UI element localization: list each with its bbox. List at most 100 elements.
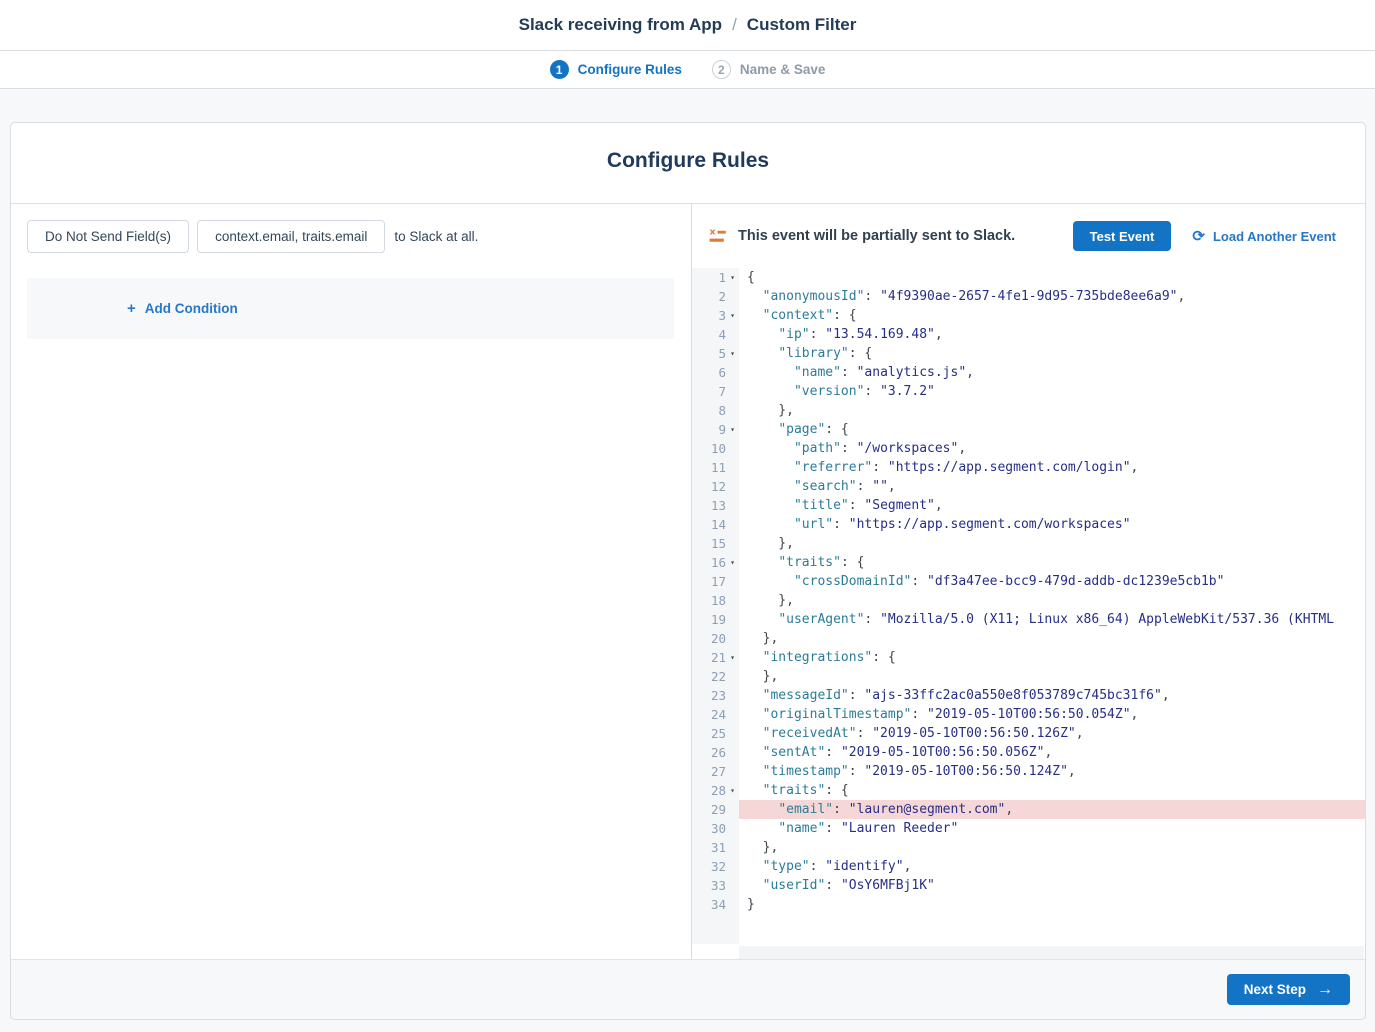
line-number: 8 xyxy=(692,401,726,420)
code-line-17: 17 "crossDomainId": "df3a47ee-bcc9-479d-… xyxy=(692,572,1365,591)
code-text: "integrations": { xyxy=(739,648,1365,667)
event-preview-panel: This event will be partially sent to Sla… xyxy=(691,204,1365,959)
code-text: "version": "3.7.2" xyxy=(739,382,1365,401)
code-line-26: 26 "sentAt": "2019-05-10T00:56:50.056Z", xyxy=(692,743,1365,762)
gutter-cell: 33 xyxy=(692,876,739,895)
code-line-5: 5▾ "library": { xyxy=(692,344,1365,363)
line-number: 20 xyxy=(692,629,726,648)
line-number: 27 xyxy=(692,762,726,781)
line-number: 9 xyxy=(692,420,726,439)
step-1-label: Configure Rules xyxy=(578,62,682,77)
code-text: "sentAt": "2019-05-10T00:56:50.056Z", xyxy=(739,743,1365,762)
line-number: 14 xyxy=(692,515,726,534)
gutter-cell: 28▾ xyxy=(692,781,739,800)
code-text: "receivedAt": "2019-05-10T00:56:50.126Z"… xyxy=(739,724,1365,743)
rule-row: Do Not Send Field(s) context.email, trai… xyxy=(27,220,478,253)
code-line-14: 14 "url": "https://app.segment.com/works… xyxy=(692,515,1365,534)
gutter-cell: 4 xyxy=(692,325,739,344)
fold-arrow-icon[interactable]: ▾ xyxy=(726,420,739,439)
code-line-21: 21▾ "integrations": { xyxy=(692,648,1365,667)
code-text: "url": "https://app.segment.com/workspac… xyxy=(739,515,1365,534)
code-text: }, xyxy=(739,591,1365,610)
code-text: "crossDomainId": "df3a47ee-bcc9-479d-add… xyxy=(739,572,1365,591)
code-line-13: 13 "title": "Segment", xyxy=(692,496,1365,515)
code-text: "anonymousId": "4f9390ae-2657-4fe1-9d95-… xyxy=(739,287,1365,306)
load-another-event-label: Load Another Event xyxy=(1213,229,1336,244)
gutter-cell: 15 xyxy=(692,534,739,553)
code-line-27: 27 "timestamp": "2019-05-10T00:56:50.124… xyxy=(692,762,1365,781)
code-text: }, xyxy=(739,629,1365,648)
add-condition-label: Add Condition xyxy=(145,301,238,316)
line-number: 33 xyxy=(692,876,726,895)
gutter-cell: 13 xyxy=(692,496,739,515)
line-number: 5 xyxy=(692,344,726,363)
fold-arrow-icon[interactable]: ▾ xyxy=(726,268,739,287)
code-line-16: 16▾ "traits": { xyxy=(692,553,1365,572)
code-text: "timestamp": "2019-05-10T00:56:50.124Z", xyxy=(739,762,1365,781)
line-number: 30 xyxy=(692,819,726,838)
code-line-24: 24 "originalTimestamp": "2019-05-10T00:5… xyxy=(692,705,1365,724)
configure-rules-card: Configure Rules Do Not Send Field(s) con… xyxy=(10,122,1366,1020)
test-event-button[interactable]: Test Event xyxy=(1073,221,1172,251)
step-configure-rules[interactable]: 1 Configure Rules xyxy=(550,60,682,79)
line-number: 13 xyxy=(692,496,726,515)
fold-arrow-icon[interactable]: ▾ xyxy=(726,781,739,800)
step-2-circle: 2 xyxy=(712,60,731,79)
rule-fields-input[interactable]: context.email, traits.email xyxy=(197,220,385,253)
json-event-editor[interactable]: 1▾{2 "anonymousId": "4f9390ae-2657-4fe1-… xyxy=(692,268,1365,944)
code-line-20: 20 }, xyxy=(692,629,1365,648)
load-another-event-link[interactable]: ⟳ Load Another Event xyxy=(1192,229,1336,244)
code-text: }, xyxy=(739,838,1365,857)
fold-arrow-icon[interactable]: ▾ xyxy=(726,553,739,572)
code-line-23: 23 "messageId": "ajs-33ffc2ac0a550e8f053… xyxy=(692,686,1365,705)
gutter-cell: 30 xyxy=(692,819,739,838)
code-line-2: 2 "anonymousId": "4f9390ae-2657-4fe1-9d9… xyxy=(692,287,1365,306)
partial-send-icon xyxy=(709,229,728,244)
gutter-cell: 10 xyxy=(692,439,739,458)
gutter-cell: 26 xyxy=(692,743,739,762)
code-line-32: 32 "type": "identify", xyxy=(692,857,1365,876)
line-number: 26 xyxy=(692,743,726,762)
gutter-cell: 5▾ xyxy=(692,344,739,363)
gutter-cell: 9▾ xyxy=(692,420,739,439)
gutter-cell: 14 xyxy=(692,515,739,534)
fold-arrow-icon[interactable]: ▾ xyxy=(726,306,739,325)
plus-icon: + xyxy=(127,301,136,316)
code-line-6: 6 "name": "analytics.js", xyxy=(692,363,1365,382)
step-bar: 1 Configure Rules 2 Name & Save xyxy=(0,51,1375,89)
fold-arrow-icon[interactable]: ▾ xyxy=(726,648,739,667)
code-line-1: 1▾{ xyxy=(692,268,1365,287)
line-number: 1 xyxy=(692,268,726,287)
code-text: "traits": { xyxy=(739,553,1365,572)
line-number: 29 xyxy=(692,800,726,819)
line-number: 11 xyxy=(692,458,726,477)
card-footer: Next Step → xyxy=(11,959,1365,1019)
line-number: 23 xyxy=(692,686,726,705)
page-title: Configure Rules xyxy=(11,149,1365,173)
step-name-and-save[interactable]: 2 Name & Save xyxy=(712,60,826,79)
arrow-right-icon: → xyxy=(1317,982,1333,998)
code-text: "userAgent": "Mozilla/5.0 (X11; Linux x8… xyxy=(739,610,1365,629)
code-line-25: 25 "receivedAt": "2019-05-10T00:56:50.12… xyxy=(692,724,1365,743)
horizontal-scrollbar[interactable] xyxy=(739,946,1364,959)
rule-action-dropdown[interactable]: Do Not Send Field(s) xyxy=(27,220,189,253)
code-line-8: 8 }, xyxy=(692,401,1365,420)
line-number: 16 xyxy=(692,553,726,572)
code-line-30: 30 "name": "Lauren Reeder" xyxy=(692,819,1365,838)
next-step-label: Next Step xyxy=(1244,982,1306,997)
gutter-cell: 25 xyxy=(692,724,739,743)
code-text: "title": "Segment", xyxy=(739,496,1365,515)
code-line-18: 18 }, xyxy=(692,591,1365,610)
add-condition-button[interactable]: + Add Condition xyxy=(127,301,238,316)
gutter-cell: 1▾ xyxy=(692,268,739,287)
next-step-button[interactable]: Next Step → xyxy=(1227,974,1350,1005)
gutter-cell: 7 xyxy=(692,382,739,401)
breadcrumb-primary[interactable]: Slack receiving from App xyxy=(519,15,722,35)
code-text: "library": { xyxy=(739,344,1365,363)
code-text: "traits": { xyxy=(739,781,1365,800)
code-text-highlighted: "email": "lauren@segment.com", xyxy=(739,800,1365,819)
gutter-cell: 6 xyxy=(692,363,739,382)
fold-arrow-icon[interactable]: ▾ xyxy=(726,344,739,363)
line-number: 4 xyxy=(692,325,726,344)
line-number: 32 xyxy=(692,857,726,876)
